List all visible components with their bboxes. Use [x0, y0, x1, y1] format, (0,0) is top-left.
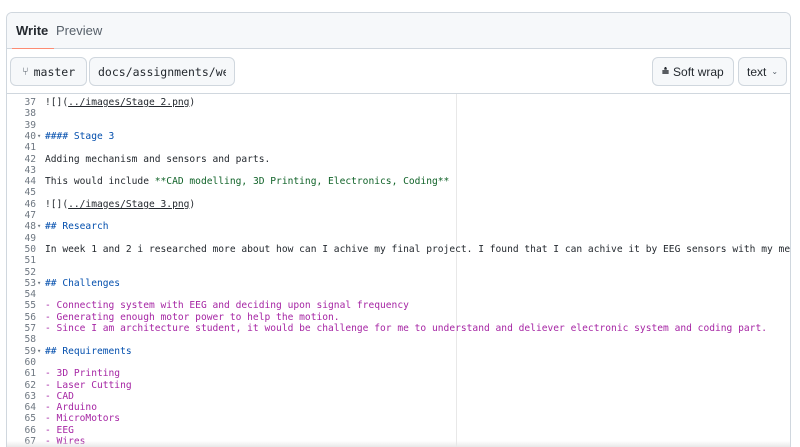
file-editor: Write Preview ⑂ master ⩮ Soft wrap text … — [6, 12, 791, 447]
line-number: 47 — [24, 210, 36, 221]
soft-wrap-label: Soft wrap — [673, 64, 724, 79]
line-number: 57 — [24, 323, 36, 334]
line-number: 39 — [24, 119, 36, 131]
image-path-link: ../images/Stage 2.png — [68, 97, 190, 108]
list-item: - Connecting system with EEG and decidin… — [45, 300, 409, 312]
line-number: 60 — [24, 356, 36, 368]
list-item: - Since I am architecture student, it wo… — [45, 323, 767, 334]
image-syntax-open: ![]( — [45, 198, 69, 210]
list-item: - Generating enough motor power to help … — [45, 311, 340, 323]
language-mode-select[interactable]: text ⌄ — [738, 57, 788, 86]
editor-tabbar: Write Preview — [7, 13, 790, 50]
image-syntax-close: ) — [189, 97, 196, 108]
line-number: 54 — [24, 289, 36, 301]
editor-bottom-edge — [7, 441, 790, 447]
file-path-input[interactable] — [89, 57, 235, 86]
image-markdown: ![](../images/Stage 2.png) — [45, 97, 195, 108]
line-number: 41 — [24, 142, 36, 154]
image-syntax-open: ![]( — [45, 97, 69, 108]
wrap-icon: ⩮ — [662, 64, 670, 78]
markdown-heading: #### Stage 3 — [45, 130, 115, 142]
list-item: - Laser Cutting — [45, 379, 132, 391]
code-editor[interactable]: 37 ![](../images/Stage 2.png) 38 39 40 ▾ #### … — [7, 94, 790, 447]
line-number: 50 — [24, 243, 36, 255]
line-number: 61 — [24, 368, 36, 380]
editor-toolbar: ⑂ master ⩮ Soft wrap text ⌄ — [7, 49, 790, 94]
line-number: 46 — [24, 198, 36, 210]
markdown-heading: ## Requirements — [45, 345, 132, 357]
line-number: 62 — [24, 379, 36, 391]
line-number: 56 — [24, 311, 36, 323]
image-path-link: ../images/Stage 3.png — [68, 198, 190, 210]
line-number: 65 — [24, 413, 36, 425]
text-with-bold: This would include **CAD modelling, 3D P… — [45, 176, 449, 187]
list-item: - CAD — [45, 390, 74, 402]
git-branch-icon: ⑂ — [22, 65, 29, 78]
line-number: 64 — [24, 402, 36, 414]
line-number: 53 — [24, 277, 36, 289]
language-mode-label: text — [747, 64, 767, 79]
markdown-heading: ## Challenges — [45, 277, 121, 289]
line-number: 63 — [24, 390, 36, 402]
line-number: 37 — [24, 97, 36, 108]
image-syntax-close: ) — [189, 198, 196, 210]
line-number: 42 — [24, 153, 36, 165]
line-number: 59 — [24, 345, 36, 357]
line-number: 66 — [24, 424, 36, 436]
line-number: 52 — [24, 266, 36, 278]
line-number: 48 — [24, 221, 36, 233]
fold-toggle-icon[interactable]: ▾ — [37, 346, 41, 357]
line-number: 49 — [24, 232, 36, 244]
markdown-heading: ## Research — [45, 221, 109, 233]
line-number: 43 — [24, 164, 36, 176]
line-number: 45 — [24, 187, 36, 199]
plain-text: In week 1 and 2 i researched more about … — [45, 243, 790, 255]
line-number: 40 — [24, 130, 36, 142]
bold-text: **CAD modelling, 3D Printing, Electronic… — [154, 176, 450, 188]
line-number: 51 — [24, 255, 36, 267]
branch-name: master — [33, 64, 76, 79]
plain-text: This would include — [45, 176, 155, 188]
list-item: - Arduino — [45, 402, 97, 414]
fold-toggle-icon[interactable]: ▾ — [37, 278, 41, 289]
plain-text: Adding mechanism and sensors and parts. — [45, 153, 271, 165]
list-item: - 3D Printing — [45, 368, 121, 380]
fold-toggle-icon[interactable]: ▾ — [37, 221, 41, 232]
branch-selector[interactable]: ⑂ master — [10, 57, 88, 86]
print-margin-guide — [456, 94, 457, 447]
list-item: - MicroMotors — [45, 413, 121, 425]
image-markdown: ![](../images/Stage 3.png) — [45, 199, 195, 210]
tab-preview[interactable]: Preview — [56, 13, 102, 49]
line-number: 44 — [24, 176, 36, 188]
tab-write[interactable]: Write — [11, 13, 55, 50]
line-number: 55 — [24, 300, 36, 312]
soft-wrap-button[interactable]: ⩮ Soft wrap — [652, 57, 734, 86]
list-item: - EEG — [45, 424, 74, 436]
chevron-down-icon: ⌄ — [771, 67, 779, 76]
line-number: 58 — [24, 334, 36, 346]
fold-toggle-icon[interactable]: ▾ — [37, 131, 41, 142]
line-number: 38 — [24, 108, 36, 120]
